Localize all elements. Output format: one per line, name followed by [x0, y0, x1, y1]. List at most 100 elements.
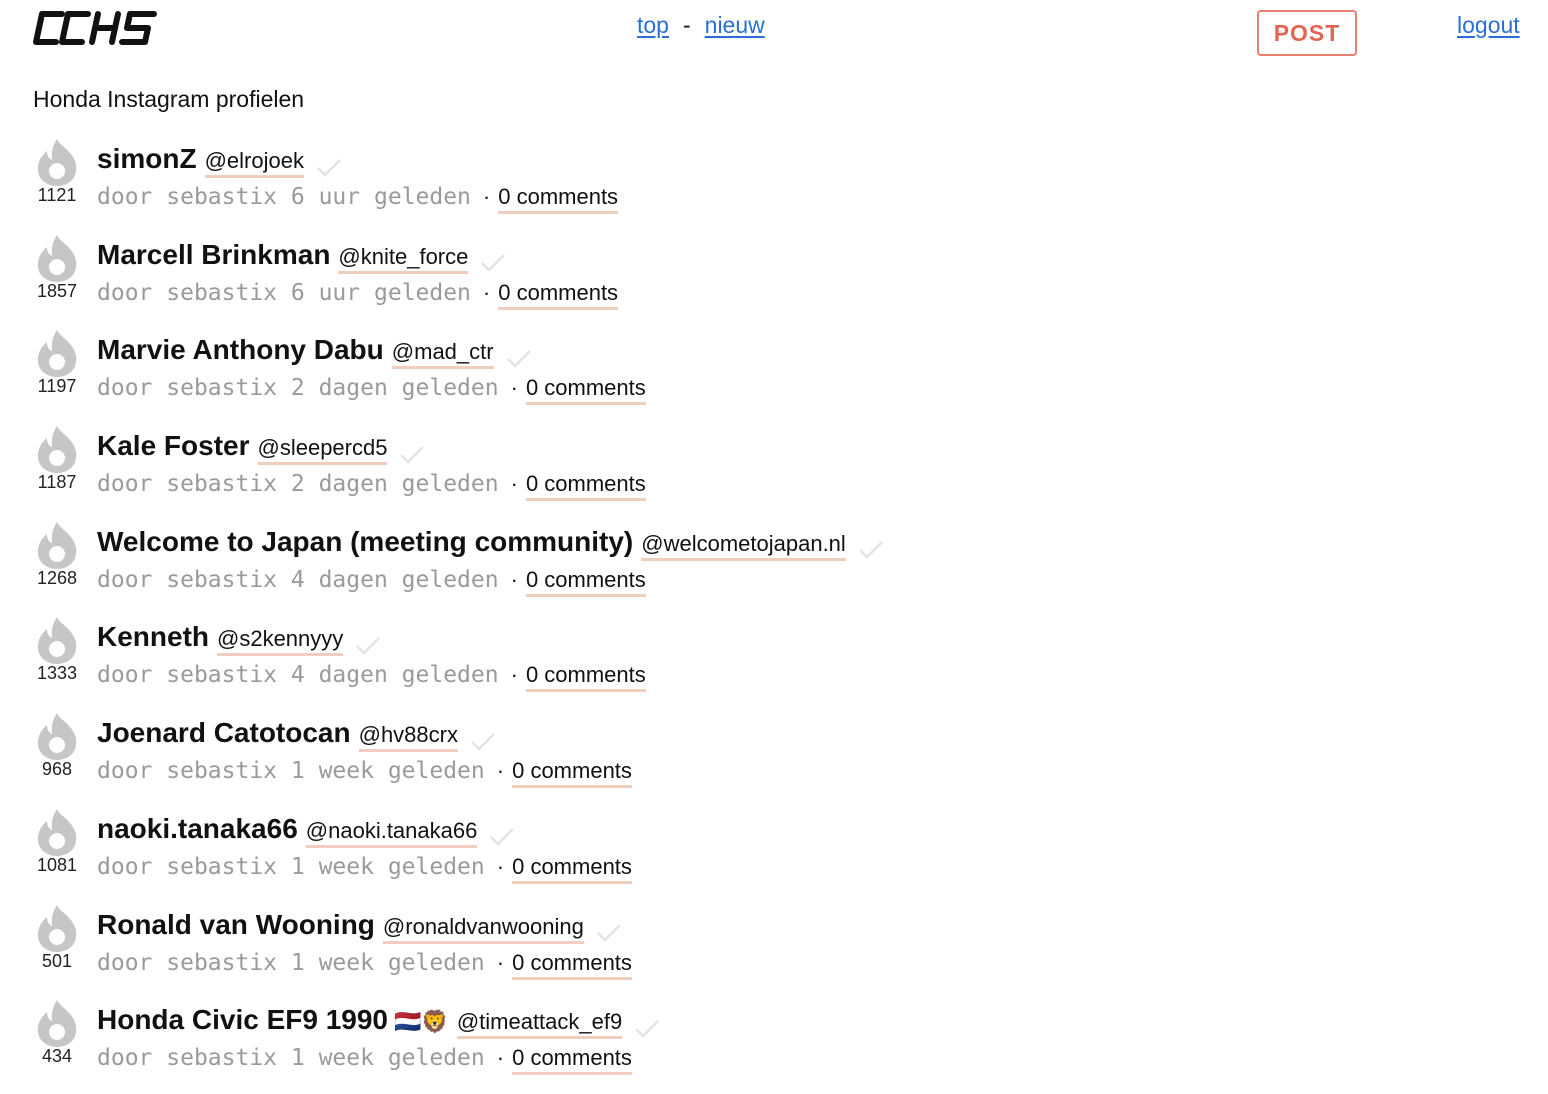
post-time: 2 dagen geleden	[290, 375, 499, 402]
meta-by: door	[97, 279, 153, 306]
score-count: 1187	[37, 472, 77, 493]
top-bar: top - nieuw POST logout	[0, 0, 1548, 70]
post-title[interactable]: Marcell Brinkman	[97, 239, 330, 271]
comments-link[interactable]: 0 comments	[512, 950, 632, 980]
check-icon[interactable]	[480, 252, 506, 272]
instagram-handle-link[interactable]: @welcometojapan.nl	[641, 531, 846, 561]
flame-upvote-icon[interactable]	[36, 615, 78, 665]
author-link[interactable]: sebastix	[166, 854, 277, 880]
post-title[interactable]: Welcome to Japan (meeting community)	[97, 526, 633, 558]
instagram-handle-link[interactable]: @hv88crx	[358, 722, 458, 753]
post-title-line: Joenard Catotocan @hv88crx	[97, 717, 496, 753]
author-link[interactable]: sebastix	[166, 662, 277, 688]
post-meta: door sebastix 1 week geleden · 0 comment…	[97, 854, 632, 884]
meta-dot: ·	[482, 279, 491, 305]
instagram-handle-link[interactable]: @ronaldvanwooning	[382, 914, 584, 944]
flame-upvote-icon[interactable]	[36, 711, 78, 761]
post-item: 1333 Kenneth @s2kennyyy door sebastix 4 …	[0, 615, 1548, 711]
post-title[interactable]: simonZ	[97, 143, 197, 175]
check-icon[interactable]	[470, 731, 496, 751]
instagram-handle-link[interactable]: @timeattack_ef9	[456, 1009, 623, 1040]
post-meta: door sebastix 1 week geleden · 0 comment…	[97, 950, 632, 980]
score-count: 1857	[36, 280, 78, 301]
flame-upvote-icon[interactable]	[36, 328, 78, 378]
score-count: 968	[41, 759, 73, 780]
meta-dot: ·	[510, 566, 518, 592]
logout-link[interactable]: logout	[1457, 12, 1520, 39]
flame-upvote-icon[interactable]	[36, 807, 78, 857]
post-title[interactable]: Kenneth	[97, 621, 209, 653]
post-meta: door sebastix 1 week geleden · 0 comment…	[97, 1045, 632, 1076]
comments-link[interactable]: 0 comments	[525, 375, 646, 406]
author-link[interactable]: sebastix	[166, 375, 277, 401]
check-icon[interactable]	[399, 444, 425, 464]
nav-new-link[interactable]: nieuw	[705, 12, 765, 38]
post-title[interactable]: Ronald van Wooning	[97, 909, 375, 941]
comments-link[interactable]: 0 comments	[512, 758, 632, 789]
author-link[interactable]: sebastix	[166, 758, 277, 784]
check-icon[interactable]	[506, 348, 532, 368]
post-title[interactable]: Marvie Anthony Dabu	[97, 334, 384, 366]
post-time: 1 week geleden	[290, 853, 485, 880]
author-link[interactable]: sebastix	[166, 567, 277, 593]
check-icon[interactable]	[316, 157, 342, 177]
flame-upvote-icon[interactable]	[36, 998, 78, 1048]
post-time: 4 dagen geleden	[290, 566, 499, 593]
instagram-handle-link[interactable]: @naoki.tanaka66	[305, 818, 478, 848]
check-icon[interactable]	[858, 539, 884, 560]
author-link[interactable]: sebastix	[166, 280, 277, 306]
meta-by: door	[97, 375, 153, 402]
nav-top-link[interactable]: top	[637, 12, 669, 38]
comments-link[interactable]: 0 comments	[525, 662, 646, 693]
post-list: 1121 simonZ @elrojoek door sebastix 6 uu…	[0, 137, 1548, 1094]
post-button[interactable]: POST	[1257, 10, 1357, 56]
author-link[interactable]: sebastix	[166, 1045, 277, 1071]
comments-link[interactable]: 0 comments	[512, 854, 632, 884]
post-title[interactable]: naoki.tanaka66	[97, 813, 298, 845]
flame-upvote-icon[interactable]	[36, 520, 78, 570]
post-title[interactable]: Kale Foster	[97, 430, 250, 462]
flame-upvote-icon[interactable]	[36, 424, 78, 474]
post-item: 1121 simonZ @elrojoek door sebastix 6 uu…	[0, 137, 1548, 233]
meta-by: door	[97, 566, 153, 593]
instagram-handle-link[interactable]: @elrojoek	[204, 148, 304, 178]
logo[interactable]	[32, 8, 162, 53]
post-time: 6 uur geleden	[290, 184, 471, 210]
post-title-line: Kenneth @s2kennyyy	[97, 621, 381, 657]
post-meta: door sebastix 1 week geleden · 0 comment…	[97, 758, 632, 789]
instagram-handle-link[interactable]: @s2kennyyy	[217, 626, 344, 657]
author-link[interactable]: sebastix	[166, 471, 277, 497]
flame-upvote-icon[interactable]	[36, 233, 78, 283]
score-count: 1197	[37, 376, 77, 397]
flame-upvote-icon[interactable]	[36, 903, 78, 953]
comments-link[interactable]: 0 comments	[498, 184, 619, 214]
score-count: 1121	[37, 185, 77, 205]
comments-link[interactable]: 0 comments	[525, 567, 646, 597]
post-title[interactable]: Honda Civic EF9 1990	[97, 1004, 388, 1036]
comments-link[interactable]: 0 comments	[525, 471, 646, 502]
instagram-handle-link[interactable]: @knite_force	[338, 244, 469, 274]
comments-link[interactable]: 0 comments	[512, 1045, 632, 1076]
check-icon[interactable]	[596, 922, 622, 942]
check-icon[interactable]	[489, 826, 515, 847]
check-icon[interactable]	[634, 1018, 660, 1038]
logo-mark	[33, 11, 157, 45]
post-item: 1081 naoki.tanaka66 @naoki.tanaka66 door…	[0, 807, 1548, 903]
meta-dot: ·	[510, 375, 518, 401]
instagram-handle-link[interactable]: @mad_ctr	[391, 339, 494, 370]
vote-block: 1187	[28, 424, 86, 493]
post-title-line: Ronald van Wooning @ronaldvanwooning	[97, 909, 622, 944]
flag-emoji: 🇳🇱🦁	[394, 1009, 449, 1035]
author-link[interactable]: sebastix	[166, 950, 277, 976]
vote-block: 1121	[28, 137, 86, 206]
page-title: Honda Instagram profielen	[33, 86, 305, 112]
post-item: 1268 Welcome to Japan (meeting community…	[0, 520, 1548, 616]
post-item: 968 Joenard Catotocan @hv88crx door seba…	[0, 711, 1548, 807]
post-title[interactable]: Joenard Catotocan	[97, 717, 351, 749]
check-icon[interactable]	[355, 635, 381, 655]
flame-upvote-icon[interactable]	[36, 137, 78, 187]
comments-link[interactable]: 0 comments	[498, 280, 619, 310]
author-link[interactable]: sebastix	[166, 184, 277, 210]
instagram-handle-link[interactable]: @sleepercd5	[257, 435, 388, 466]
post-time: 6 uur geleden	[290, 279, 471, 306]
